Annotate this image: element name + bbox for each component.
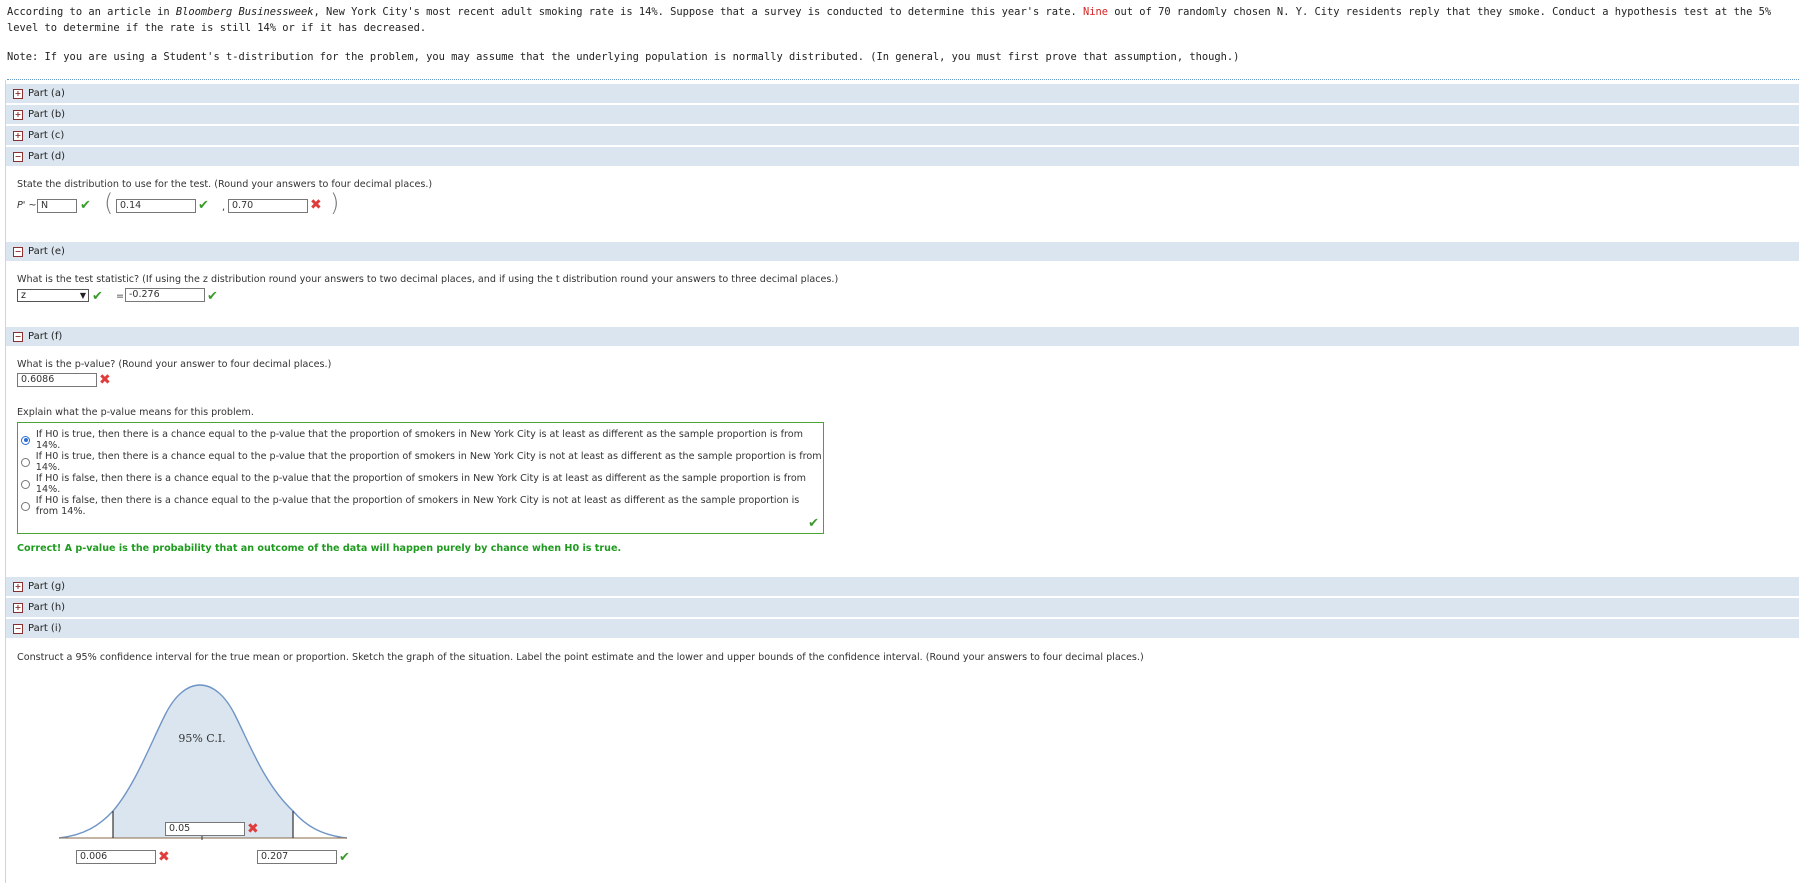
choice-label: If H0 is true, then there is a chance eq… (35, 429, 803, 451)
part-label: Part (e) (28, 246, 65, 257)
std-dev-input[interactable]: 0.70 (228, 199, 308, 213)
note-text: Note: If you are using a Student's t-dis… (7, 51, 1240, 63)
correct-check-icon: ✔ (207, 289, 218, 304)
choice-option[interactable]: If H0 is true, then there is a chance eq… (21, 451, 823, 473)
part-label: Part (i) (28, 623, 62, 634)
incorrect-x-icon: ✖ (247, 821, 259, 837)
part-d-question: State the distribution to use for the te… (17, 179, 433, 190)
part-h-header[interactable]: + Part (h) (6, 597, 1799, 617)
explain-question: Explain what the p-value means for this … (17, 407, 254, 418)
normal-curve-graph: 95% C.I. (58, 684, 348, 840)
source-name: Bloomberg Businessweek (175, 6, 314, 18)
collapse-icon: − (13, 151, 23, 162)
expand-icon: + (13, 109, 23, 120)
left-rule (5, 80, 6, 883)
expand-icon: + (13, 130, 23, 141)
part-e-header[interactable]: − Part (e) (6, 241, 1799, 261)
collapse-icon: − (13, 623, 23, 634)
part-b-header[interactable]: + Part (b) (6, 104, 1799, 124)
divider (7, 79, 1799, 80)
correct-check-icon: ✔ (339, 850, 350, 865)
correct-check-icon: ✔ (198, 198, 209, 213)
highlight-number: Nine (1083, 6, 1109, 18)
intro-text: , New York City's most recent adult smok… (313, 6, 1083, 18)
correct-check-icon: ✔ (92, 289, 103, 304)
intro-text: According to an article in (7, 6, 176, 18)
radio-button[interactable] (21, 501, 30, 511)
choice-label: If H0 is true, then there is a chance eq… (35, 451, 822, 473)
incorrect-x-icon: ✖ (99, 372, 111, 388)
incorrect-x-icon: ✖ (310, 197, 322, 213)
test-statistic-input[interactable]: -0.276 (125, 288, 205, 302)
ci-label: 95% C.I. (178, 732, 225, 745)
radio-button[interactable] (21, 435, 30, 445)
point-estimate-input[interactable]: 0.05 (165, 822, 245, 836)
collapse-icon: − (13, 331, 23, 342)
feedback-message: Correct! A p-value is the probability th… (17, 543, 622, 554)
part-label: Part (a) (28, 88, 65, 99)
statistic-type-select[interactable]: z ▼ (17, 289, 89, 302)
choice-label: If H0 is false, then there is a chance e… (35, 473, 807, 495)
problem-statement: According to an article in Bloomberg Bus… (7, 4, 1792, 36)
part-label: Part (f) (28, 331, 63, 342)
ci-shaded-region (113, 685, 293, 838)
choice-option[interactable]: If H0 is false, then there is a chance e… (21, 473, 823, 495)
choice-option[interactable]: If H0 is false, then there is a chance e… (21, 495, 823, 517)
radio-button[interactable] (21, 457, 30, 467)
distribution-prefix: P' ~ (17, 200, 37, 211)
selected-value: z (21, 290, 26, 301)
part-label: Part (d) (28, 151, 66, 162)
correct-check-icon: ✔ (80, 198, 91, 213)
open-paren: ( (104, 189, 114, 217)
chevron-down-icon: ▼ (79, 291, 86, 300)
upper-bound-input[interactable]: 0.207 (257, 850, 337, 864)
part-d-header[interactable]: − Part (d) (6, 146, 1799, 166)
p-value-input[interactable]: 0.6086 (17, 373, 97, 387)
choice-option[interactable]: If H0 is true, then there is a chance eq… (21, 429, 823, 451)
part-label: Part (g) (28, 581, 66, 592)
part-f-question: What is the p-value? (Round your answer … (17, 359, 332, 370)
part-i-header[interactable]: − Part (i) (6, 618, 1799, 638)
incorrect-x-icon: ✖ (158, 849, 170, 865)
collapse-icon: − (13, 246, 23, 257)
part-g-header[interactable]: + Part (g) (6, 576, 1799, 596)
part-a-header[interactable]: + Part (a) (6, 83, 1799, 103)
part-e-question: What is the test statistic? (If using th… (17, 274, 839, 285)
mean-input[interactable]: 0.14 (116, 199, 196, 213)
expand-icon: + (13, 602, 23, 613)
comma: , (222, 202, 226, 213)
part-c-header[interactable]: + Part (c) (6, 125, 1799, 145)
correct-check-icon: ✔ (808, 516, 819, 531)
part-f-header[interactable]: − Part (f) (6, 326, 1799, 346)
expand-icon: + (13, 581, 23, 592)
part-i-question: Construct a 95% confidence interval for … (17, 652, 1144, 663)
part-label: Part (c) (28, 130, 65, 141)
part-label: Part (b) (28, 109, 66, 120)
expand-icon: + (13, 88, 23, 99)
part-label: Part (h) (28, 602, 66, 613)
equals-sign: = (116, 291, 125, 302)
answer-choices: If H0 is true, then there is a chance eq… (17, 422, 824, 534)
close-paren: ) (330, 189, 340, 217)
choice-label: If H0 is false, then there is a chance e… (35, 495, 800, 517)
distribution-type-input[interactable]: N (37, 199, 77, 213)
lower-bound-input[interactable]: 0.006 (76, 850, 156, 864)
radio-button[interactable] (21, 479, 30, 489)
